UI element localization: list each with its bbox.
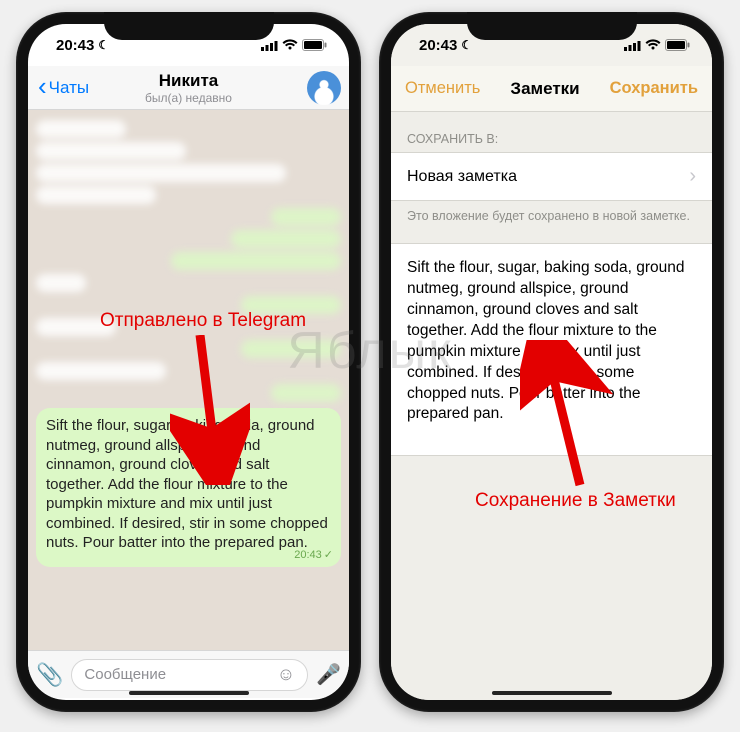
save-button[interactable]: Сохранить (610, 79, 698, 98)
wifi-icon (282, 39, 298, 51)
do-not-disturb-icon: ☾ (461, 38, 472, 52)
message-time: 20:43 (294, 548, 322, 562)
notch (104, 12, 274, 40)
notes-title: Заметки (510, 79, 579, 99)
back-label: Чаты (49, 78, 89, 98)
mic-icon[interactable]: 🎤 (316, 662, 341, 687)
chevron-right-icon: › (689, 165, 696, 188)
signal-icon (261, 40, 278, 51)
save-target-row[interactable]: Новая заметка › (391, 152, 712, 201)
cancel-button[interactable]: Отменить (405, 79, 480, 98)
home-indicator[interactable] (129, 691, 249, 695)
double-check-icon: ✓ (324, 548, 333, 562)
message-bubble[interactable]: Sift the flour, sugar, baking soda, grou… (36, 408, 341, 567)
note-text: Sift the flour, sugar, baking soda, grou… (407, 259, 684, 422)
status-icons (261, 39, 327, 51)
signal-icon (624, 40, 641, 51)
input-placeholder: Сообщение (84, 666, 166, 683)
section-label: СОХРАНИТЬ В: (391, 126, 712, 152)
chat-header: ‹ Чаты Никита был(а) недавно (28, 66, 349, 110)
note-content[interactable]: Sift the flour, sugar, baking soda, grou… (391, 243, 712, 456)
notch (467, 12, 637, 40)
sticker-icon[interactable]: ☺ (277, 664, 295, 685)
notes-screen: 20:43 ☾ Отменить Заметки Сохранить СОХРА… (391, 24, 712, 700)
wifi-icon (645, 39, 661, 51)
message-meta: 20:43 ✓ (294, 548, 333, 562)
phone-left: 20:43 ☾ ‹ Чаты Никита был(а) недавно (16, 12, 361, 712)
status-time: 20:43 (56, 37, 94, 54)
status-time: 20:43 (419, 37, 457, 54)
back-button[interactable]: ‹ Чаты (38, 78, 89, 98)
chevron-left-icon: ‹ (38, 80, 47, 93)
blurred-history (36, 120, 341, 402)
notes-body: СОХРАНИТЬ В: Новая заметка › Это вложени… (391, 112, 712, 700)
save-target-label: Новая заметка (407, 168, 517, 186)
do-not-disturb-icon: ☾ (98, 38, 109, 52)
telegram-screen: 20:43 ☾ ‹ Чаты Никита был(а) недавно (28, 24, 349, 700)
phone-right: 20:43 ☾ Отменить Заметки Сохранить СОХРА… (379, 12, 724, 712)
battery-icon (302, 39, 327, 51)
message-text: Sift the flour, sugar, baking soda, grou… (46, 417, 328, 551)
avatar[interactable] (307, 71, 341, 105)
battery-icon (665, 39, 690, 51)
home-indicator[interactable] (492, 691, 612, 695)
notes-header: Отменить Заметки Сохранить (391, 66, 712, 112)
message-input[interactable]: Сообщение ☺ (71, 659, 308, 691)
status-icons (624, 39, 690, 51)
attach-icon[interactable]: 📎 (36, 662, 63, 688)
chat-body[interactable]: Sift the flour, sugar, baking soda, grou… (28, 110, 349, 650)
save-hint: Это вложение будет сохранено в новой зам… (391, 201, 712, 243)
